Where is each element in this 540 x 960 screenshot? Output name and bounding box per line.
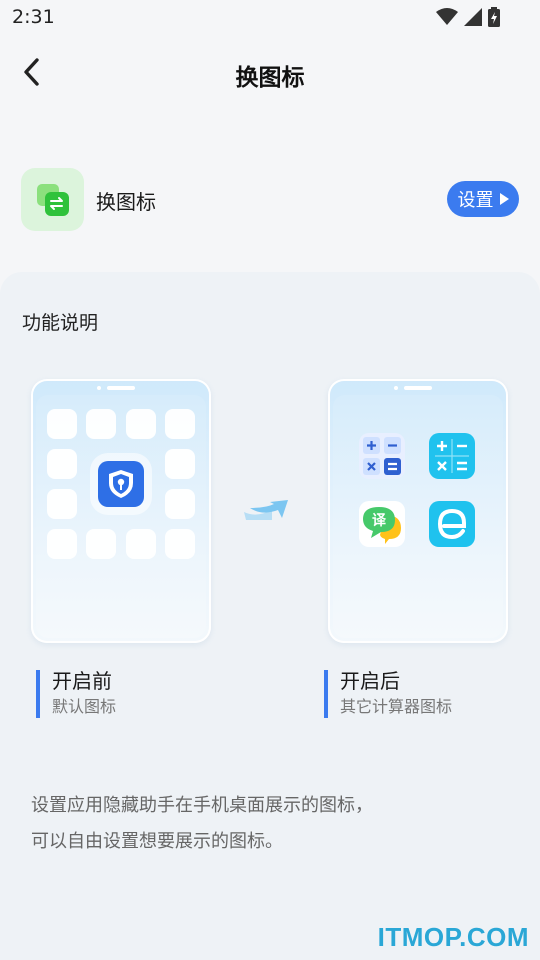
- calculator-light-glyph: [363, 437, 401, 475]
- caption-after: 开启后 其它计算器图标: [324, 670, 452, 718]
- watermark: ITMOP.COM: [377, 922, 529, 952]
- translate-icon: 译: [359, 501, 405, 547]
- description-line: 可以自由设置想要展示的图标。: [31, 831, 283, 852]
- signal-icon: [464, 8, 482, 26]
- feature-row: 换图标 设置: [0, 158, 540, 242]
- translate-bubbles: 译: [363, 507, 401, 544]
- app-placeholder-tile: [126, 409, 156, 439]
- battery-charging-icon: [488, 7, 500, 27]
- default-app-icon: [98, 461, 144, 507]
- feature-app-icon: [21, 168, 84, 231]
- caption-after-subtitle: 其它计算器图标: [340, 697, 453, 716]
- caption-before-subtitle: 默认图标: [52, 697, 117, 716]
- caption-after-title: 开启后: [340, 669, 400, 693]
- status-bar: 2:31: [0, 0, 540, 36]
- wifi-icon: [436, 8, 458, 25]
- browser-icon: [429, 501, 475, 547]
- app-placeholder-tile: [86, 529, 116, 559]
- app-placeholder-tile: [47, 449, 77, 479]
- caption-before-title: 开启前: [52, 669, 112, 693]
- phone-speaker: [404, 386, 432, 390]
- app-placeholder-tile: [47, 489, 77, 519]
- phone-before: [31, 379, 211, 643]
- app-placeholder-tile: [126, 529, 156, 559]
- app-placeholder-tile: [47, 529, 77, 559]
- app-placeholder-tile: [165, 409, 195, 439]
- phone-camera-dot: [97, 386, 101, 390]
- description-text: 设置应用隐藏助手在手机桌面展示的图标， 可以自由设置想要展示的图标。: [31, 788, 511, 860]
- browser-e-glyph: [437, 508, 466, 540]
- settings-button[interactable]: 设置: [447, 181, 519, 217]
- app-placeholder-tile: [47, 409, 77, 439]
- transition-arrow-icon: [244, 500, 288, 520]
- app-placeholder-tile: [165, 449, 195, 479]
- play-triangle-icon: [499, 193, 509, 205]
- caption-before: 开启前 默认图标: [36, 670, 116, 718]
- app-header: 换图标: [0, 40, 540, 106]
- phone-before-screen: [36, 395, 206, 638]
- status-icons: [436, 7, 500, 27]
- settings-button-label: 设置: [457, 190, 494, 211]
- description-card: 功能说明 译 开启前 默认图标 开启后 其它计算器图标 设置应用隐藏助手在手机桌…: [0, 272, 540, 960]
- phone-camera-dot: [394, 386, 398, 390]
- app-placeholder-tile: [165, 489, 195, 519]
- status-time: 2:31: [12, 6, 55, 28]
- phone-after: 译: [328, 379, 508, 643]
- calculator-icon: [429, 433, 475, 479]
- app-placeholder-tile: [165, 529, 195, 559]
- section-title: 功能说明: [22, 312, 99, 334]
- phone-after-screen: 译: [333, 395, 503, 638]
- app-placeholder-tile: [86, 409, 116, 439]
- page-title: 换图标: [235, 65, 305, 91]
- feature-label: 换图标: [96, 190, 156, 214]
- swap-icon: [36, 183, 69, 216]
- shield-lock-icon: [109, 470, 133, 498]
- translate-glyph: 译: [372, 513, 387, 529]
- calculator-icon: [359, 433, 405, 479]
- calculator-cyan-glyph: [435, 439, 469, 473]
- phone-speaker: [107, 386, 135, 390]
- description-line: 设置应用隐藏助手在手机桌面展示的图标，: [31, 795, 373, 816]
